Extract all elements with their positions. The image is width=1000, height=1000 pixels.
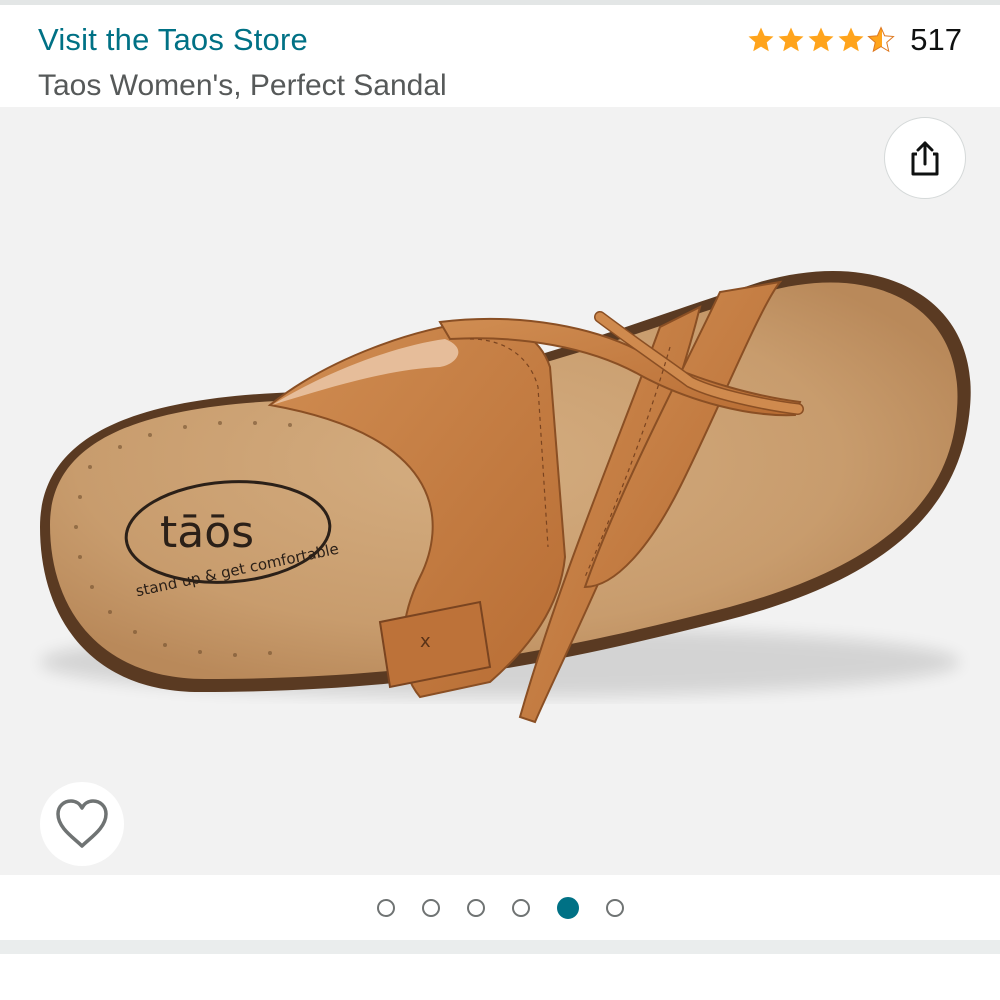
star-icon: [838, 27, 864, 52]
star-icon: [748, 27, 774, 52]
store-link[interactable]: Visit the Taos Store: [38, 20, 308, 60]
pagination-dot-active[interactable]: [556, 897, 579, 919]
product-image-gallery[interactable]: tāōs stand up & get comfortable x: [0, 107, 1000, 875]
svg-text:x: x: [420, 631, 431, 652]
pagination-dot[interactable]: [421, 899, 440, 917]
pagination-dot[interactable]: [466, 899, 485, 917]
rating-count[interactable]: 517: [910, 22, 962, 58]
product-title: Taos Women's, Perfect Sandal: [38, 69, 447, 102]
section-divider: [0, 940, 1000, 954]
star-rating: [746, 25, 896, 55]
heart-outline-icon: [56, 799, 108, 848]
star-half-icon: [867, 26, 895, 53]
share-icon: [911, 141, 939, 176]
share-button[interactable]: [884, 117, 966, 199]
pagination-dot[interactable]: [511, 899, 530, 917]
brand-logo: tāōs: [160, 507, 254, 558]
star-icon: [778, 27, 804, 52]
product-image[interactable]: tāōs stand up & get comfortable x: [0, 107, 1000, 875]
star-icon: [808, 27, 834, 52]
top-divider: [0, 0, 1000, 5]
image-pagination[interactable]: [0, 893, 1000, 923]
wishlist-button[interactable]: [40, 782, 124, 866]
pagination-dot[interactable]: [605, 899, 624, 917]
pagination-dot[interactable]: [376, 899, 395, 917]
rating-summary[interactable]: 517: [746, 20, 962, 60]
